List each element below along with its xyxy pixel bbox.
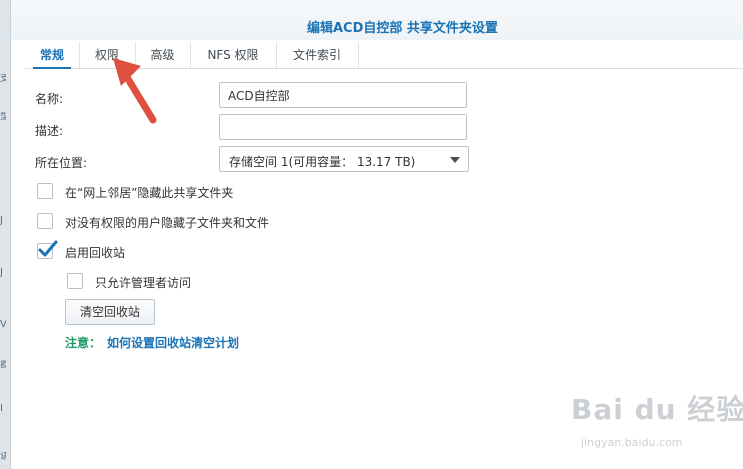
edge-glyph: J [0,216,3,226]
recycle-schedule-link[interactable]: 如何设置回收站清空计划 [107,336,239,350]
checkmark-icon [38,240,58,257]
hide-network-label: 在“网上邻居”隐藏此共享文件夹 [65,186,234,200]
tab-general[interactable]: 常规 [25,42,80,69]
recycle-note: 注意： 如何设置回收站清空计划 [65,334,239,351]
edge-glyph: 讲 [0,452,6,462]
edge-glyph: 支 [0,74,6,84]
name-label: 名称: [35,92,64,106]
recycle-bin-label: 启用回收站 [65,246,126,260]
location-select-value: 存储空间 1(可用容量： 13.17 TB) [229,155,416,169]
baidu-watermark: Bai du 经验 jingyan.baidu.com [571,382,743,462]
edge-glyph: I [0,404,3,414]
edge-glyph: J [0,268,3,278]
edge-glyph: 型 [0,112,6,122]
dialog-title: 编辑ACD自控部 共享文件夹设置 [307,21,498,36]
admin-only-label: 只允许管理者访问 [95,276,192,290]
watermark-url: jingyan.baidu.com [581,436,683,449]
dialog-title-bar: 编辑ACD自控部 共享文件夹设置 [11,0,743,40]
hide-network-checkbox[interactable] [37,183,53,199]
hide-subfolders-label: 对没有权限的用户隐藏子文件夹和文件 [65,216,270,230]
edge-glyph: V [0,320,6,330]
shared-folder-dialog: 编辑ACD自控部 共享文件夹设置 常规 权限 高级 NFS 权限 文件索引 名称… [10,0,743,469]
tab-nfs-permissions[interactable]: NFS 权限 [190,42,277,68]
recycle-bin-checkbox[interactable] [37,240,58,259]
empty-recycle-bin-button[interactable]: 清空回收站 [65,299,155,325]
admin-only-checkbox[interactable] [67,273,83,289]
edge-glyph: 器 [0,360,6,370]
location-label: 所在位置: [35,156,88,170]
hide-subfolders-checkbox[interactable] [37,213,53,229]
watermark-logo: Bai du 经验 [571,393,743,426]
description-label: 描述: [35,124,64,138]
chevron-down-icon [450,157,460,163]
tab-file-index[interactable]: 文件索引 [276,42,359,68]
note-prefix: 注意： [65,336,102,350]
annotation-arrow-icon [113,58,157,124]
location-select[interactable]: 存储空间 1(可用容量： 13.17 TB) [219,146,469,172]
name-input[interactable] [219,82,467,108]
description-input[interactable] [219,114,467,140]
